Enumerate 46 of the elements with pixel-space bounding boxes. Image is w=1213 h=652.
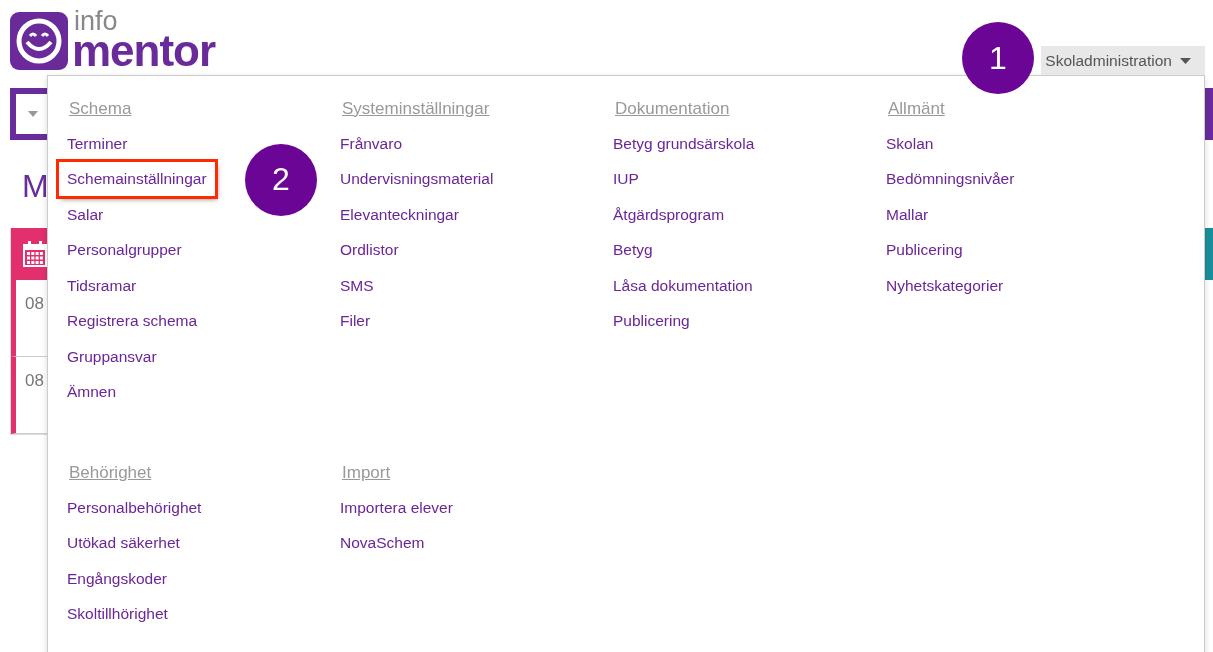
menu-link[interactable]: Låsa dokumentation	[605, 268, 761, 303]
menu-link[interactable]: Betyg grundsärskola	[605, 126, 763, 161]
menu-link[interactable]: Åtgärdsprogram	[605, 197, 733, 232]
menu-link[interactable]: Publicering	[878, 233, 971, 268]
menu-link[interactable]: Gruppansvar	[59, 339, 165, 374]
menu-link[interactable]: Utökad säkerhet	[59, 526, 188, 561]
menu-link[interactable]: IUP	[605, 162, 647, 197]
menu-link[interactable]: NovaSchem	[332, 526, 433, 561]
menu-link[interactable]: Frånvaro	[332, 126, 411, 161]
logo-icon	[10, 11, 68, 70]
menu-link[interactable]: Salar	[59, 197, 112, 232]
menu-link[interactable]: Undervisningsmaterial	[332, 162, 502, 197]
menu-link[interactable]: Bedömningsnivåer	[878, 162, 1023, 197]
section-heading: Dokumentation	[615, 98, 730, 120]
menu-link[interactable]: SMS	[332, 268, 382, 303]
step-marker: 2	[245, 143, 317, 216]
menu-link[interactable]: Terminer	[59, 126, 136, 161]
menu-link[interactable]: Mallar	[878, 197, 937, 232]
menu-link[interactable]: Betyg	[605, 233, 661, 268]
menu-link[interactable]: Skolan	[878, 126, 942, 161]
menu-link[interactable]: Ordlistor	[332, 233, 407, 268]
admin-menu-button[interactable]: Skoladministration	[1041, 46, 1205, 75]
menu-link[interactable]: Filer	[332, 304, 379, 339]
step-marker: 1	[962, 22, 1034, 94]
menu-link[interactable]: Skoltillhörighet	[59, 597, 176, 632]
caret-icon	[1180, 57, 1191, 64]
time-label: 08	[25, 371, 44, 390]
section-heading: Schema	[69, 98, 132, 120]
section-heading: Behörighet	[69, 462, 152, 484]
menu-link[interactable]: Registrera schema	[59, 304, 206, 339]
menu-link[interactable]: Nyhetskategorier	[878, 268, 1012, 303]
menu-link[interactable]: Engångskoder	[59, 561, 175, 596]
caret-icon	[28, 111, 38, 117]
section-heading: Allmänt	[888, 98, 945, 120]
menu-link[interactable]: Schemainställningar	[59, 162, 215, 197]
time-label: 08	[25, 294, 44, 313]
section-heading: Systeminställningar	[342, 98, 490, 120]
menu-link[interactable]: Personalgrupper	[59, 233, 190, 268]
menu-link[interactable]: Ämnen	[59, 375, 125, 410]
menu-link[interactable]: Personalbehörighet	[59, 490, 210, 525]
page-heading: M	[22, 168, 49, 206]
menu-link[interactable]: Publicering	[605, 304, 698, 339]
menu-link[interactable]: Elevanteckningar	[332, 197, 467, 232]
section-heading: Import	[342, 462, 391, 484]
menu-link[interactable]: Tidsramar	[59, 268, 145, 303]
menu-link[interactable]: Importera elever	[332, 490, 461, 525]
